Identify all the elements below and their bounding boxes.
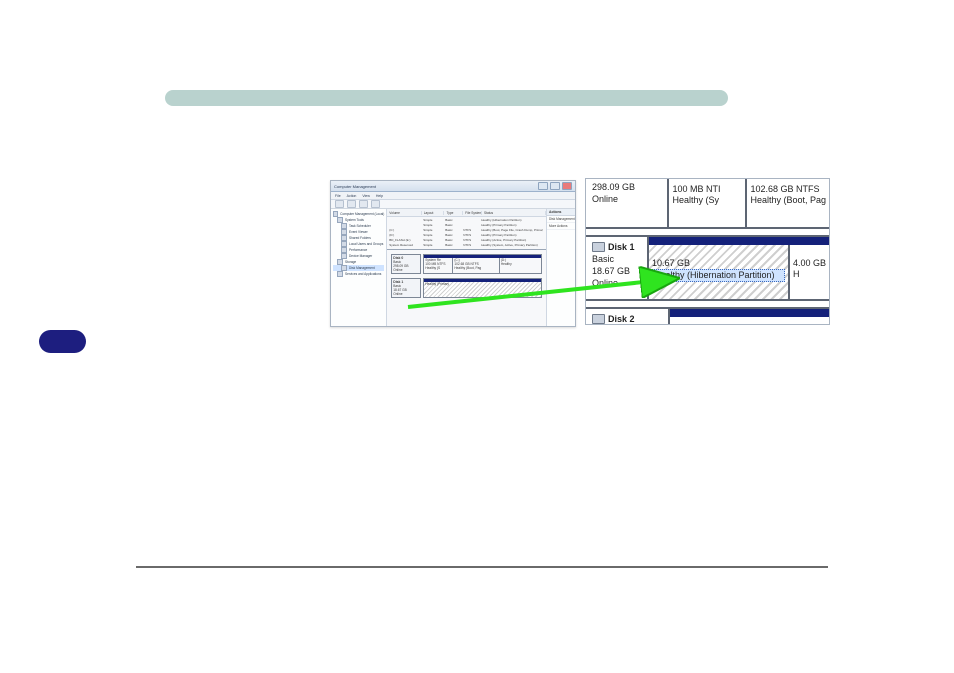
toolbar-help[interactable]: [371, 200, 380, 208]
zoom-part-status: Healthy (Boot, Pag: [750, 195, 826, 206]
zoom-part-status: Healthy (Sy: [672, 195, 742, 206]
zoom-disk0-part1[interactable]: 100 MB NTI Healthy (Sy: [669, 179, 747, 227]
actions-item[interactable]: Disk Management: [547, 216, 575, 223]
tree-icon: [337, 271, 343, 277]
menu-view[interactable]: View: [362, 194, 370, 198]
toolbar-back[interactable]: [335, 200, 344, 208]
disk-icon: [592, 242, 605, 252]
volume-table[interactable]: Volume Layout Type File System Status Si…: [387, 209, 546, 249]
actions-header: Actions: [547, 209, 575, 216]
menu-action[interactable]: Action: [347, 194, 357, 198]
window-titlebar: Computer Management: [331, 181, 575, 192]
tree-item-label: Device Manager: [349, 254, 372, 259]
cell: NTFS: [461, 243, 479, 248]
screenshot-computer-management: Computer Management File Action View Hel…: [330, 180, 576, 327]
disk-label: Disk 1Basic18.67 GBOnline: [391, 278, 421, 298]
zoom-disk0-label: 298.09 GB Online: [586, 179, 669, 227]
zoom-disk2-label: Disk 2: [586, 309, 670, 325]
note-badge: [39, 330, 86, 353]
zoom-part-size: 102.68 GB NTFS: [750, 184, 826, 195]
disk-row: Disk 1Basic18.67 GBOnlineHealthy (Primar…: [391, 278, 542, 298]
disk-stripe: [649, 237, 829, 245]
cell: System Reserved: [387, 243, 421, 248]
tree-item-label: Task Scheduler: [349, 224, 371, 229]
zoom-part-size: 4.00 GB: [793, 258, 826, 269]
col-type[interactable]: Type: [444, 211, 463, 215]
page-footer-rule: [136, 566, 828, 568]
screenshot-zoom-disks: 298.09 GB Online 100 MB NTI Healthy (Sy …: [585, 178, 830, 325]
zoom-disk2-name: Disk 2: [608, 313, 635, 325]
navigation-tree[interactable]: Computer Management (Local)System ToolsT…: [331, 209, 387, 327]
disk-stripe: [670, 309, 829, 317]
zoom-disk1-type: Basic: [592, 253, 641, 265]
menubar: File Action View Help: [331, 192, 575, 200]
tree-item-label: System Tools: [345, 218, 364, 223]
zoom-part-status: H: [793, 269, 826, 280]
cell: Healthy (System, Active, Primary Partiti…: [479, 243, 543, 248]
zoom-disk1-size: 18.67 GB: [592, 265, 641, 277]
partition[interactable]: System Re100 MB NTFSHealthy (S: [424, 258, 453, 273]
tree-item-label: Storage: [345, 260, 356, 265]
menu-help[interactable]: Help: [376, 194, 383, 198]
close-button[interactable]: [562, 182, 572, 190]
section-header-bar: [165, 90, 728, 106]
zoom-disk1-part2[interactable]: 4.00 GB H: [790, 245, 829, 299]
zoom-disk1-part-hibernation[interactable]: 10.67 GB Healthy (Hibernation Partition): [649, 245, 790, 299]
cell: Basic: [443, 243, 461, 248]
actions-item[interactable]: More Actions: [547, 223, 575, 230]
disk-map[interactable]: Disk 0Basic298.09 GBOnlineSystem Re100 M…: [387, 249, 546, 327]
partition[interactable]: (C:)102.68 GB NTFSHealthy (Boot, Pag: [453, 258, 500, 273]
cell: Simple: [421, 243, 443, 248]
zoom-part-size: 10.67 GB: [652, 258, 785, 269]
window-controls: [538, 182, 572, 190]
tree-item-label: Computer Management (Local): [340, 212, 384, 217]
zoom-disk1-status: Online: [592, 277, 641, 289]
zoom-part-size: 100 MB NTI: [672, 184, 742, 195]
disk-icon: [592, 314, 605, 324]
tree-item[interactable]: Services and Applications: [333, 271, 384, 277]
partition[interactable]: Healthy (Primary: [424, 282, 541, 297]
disk-row: Disk 0Basic298.09 GBOnlineSystem Re100 M…: [391, 254, 542, 274]
tree-item-label: Shared Folders: [349, 236, 371, 241]
minimize-button[interactable]: [538, 182, 548, 190]
tree-item-label: Event Viewer: [349, 230, 368, 235]
actions-pane: Actions Disk Management More Actions: [546, 209, 575, 327]
zoom-disk1-label: Disk 1 Basic 18.67 GB Online: [586, 237, 649, 299]
partition[interactable]: (D:)Healthy: [500, 258, 541, 273]
disk-partitions: Healthy (Primary: [423, 278, 542, 298]
zoom-disk1-name: Disk 1: [608, 241, 635, 253]
tree-item-label: Performance: [349, 248, 367, 253]
window-title: Computer Management: [334, 184, 376, 189]
toolbar-forward[interactable]: [347, 200, 356, 208]
col-filesystem[interactable]: File System: [463, 211, 482, 215]
tree-item-label: Local Users and Groups: [349, 242, 383, 247]
tree-item-label: Disk Management: [349, 266, 375, 271]
toolbar: [331, 200, 575, 209]
zoom-disk0-status: Online: [592, 193, 661, 205]
col-volume[interactable]: Volume: [387, 211, 422, 215]
menu-file[interactable]: File: [335, 194, 341, 198]
disk-partitions: System Re100 MB NTFSHealthy (S(C:)102.68…: [423, 254, 542, 274]
disk-label: Disk 0Basic298.09 GBOnline: [391, 254, 421, 274]
col-status[interactable]: Status: [482, 211, 546, 215]
table-row[interactable]: System ReservedSimpleBasicNTFSHealthy (S…: [387, 243, 546, 248]
zoom-disk0-part2[interactable]: 102.68 GB NTFS Healthy (Boot, Pag: [747, 179, 829, 227]
zoom-disk0-size: 298.09 GB: [592, 181, 661, 193]
col-layout[interactable]: Layout: [422, 211, 445, 215]
zoom-part-status: Healthy (Hibernation Partition): [652, 269, 785, 282]
maximize-button[interactable]: [550, 182, 560, 190]
tree-item-label: Services and Applications: [345, 272, 381, 277]
toolbar-refresh[interactable]: [359, 200, 368, 208]
